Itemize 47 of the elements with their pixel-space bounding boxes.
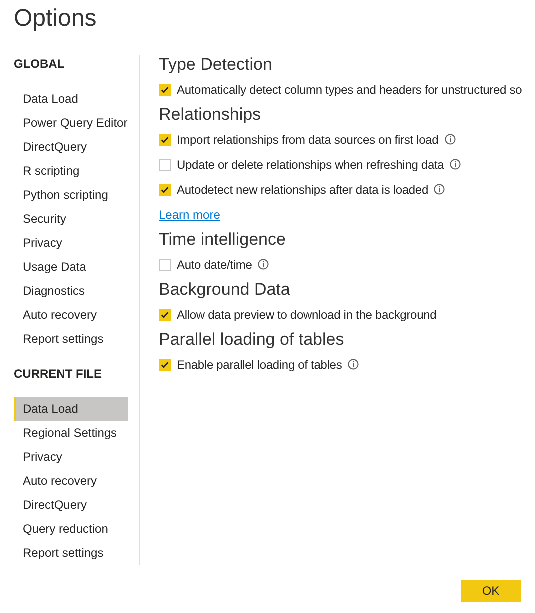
section-heading: Relationships <box>159 105 262 125</box>
sidebar-item[interactable]: Python scripting <box>14 183 130 207</box>
section-heading: Type Detection <box>159 55 272 75</box>
sidebar-item[interactable]: Usage Data <box>14 255 130 279</box>
sidebar-item[interactable]: DirectQuery <box>14 135 130 159</box>
info-icon[interactable] <box>444 134 456 145</box>
window-title: Options <box>13 4 98 33</box>
info-icon[interactable] <box>258 259 270 270</box>
checkbox[interactable] <box>159 158 171 170</box>
checkbox-label[interactable]: Update or delete relationships when refreshing data <box>177 158 444 172</box>
checkbox-label[interactable]: Import relationships from data sources on first load <box>177 132 439 146</box>
checkbox-label[interactable]: Automatically detect column types and headers for unstructured so <box>177 82 522 96</box>
sidebar-item[interactable]: Auto recovery <box>14 469 130 493</box>
section-heading: Time intelligence <box>159 230 286 250</box>
checkbox[interactable] <box>159 258 171 270</box>
section-heading: Background Data <box>159 280 290 300</box>
sidebar-heading: CURRENT FILE <box>14 367 102 383</box>
sidebar-item[interactable]: DirectQuery <box>14 493 130 517</box>
learn-more-link[interactable]: Learn more <box>159 208 220 222</box>
checkbox-label[interactable]: Auto date/time <box>177 258 252 272</box>
checkbox[interactable] <box>159 84 171 96</box>
section-heading: Parallel loading of tables <box>159 330 344 350</box>
sidebar-item[interactable]: Report settings <box>14 541 130 565</box>
info-icon[interactable] <box>450 159 462 170</box>
sidebar-item[interactable]: Auto recovery <box>14 303 130 327</box>
sidebar-item[interactable]: Privacy <box>14 231 130 255</box>
sidebar-item[interactable]: Query reduction <box>14 517 130 541</box>
sidebar-item[interactable]: Data Load <box>14 397 128 421</box>
ok-button[interactable]: OK <box>461 580 521 602</box>
info-icon[interactable] <box>348 359 360 370</box>
sidebar-item[interactable]: Diagnostics <box>14 279 130 303</box>
sidebar-item[interactable]: Power Query Editor <box>14 111 130 135</box>
checkbox-label[interactable]: Allow data preview to download in the background <box>177 308 437 322</box>
checkbox[interactable] <box>159 358 171 370</box>
checkbox[interactable] <box>159 184 171 196</box>
sidebar-item[interactable]: Data Load <box>14 87 130 111</box>
sidebar-heading: GLOBAL <box>14 57 65 73</box>
info-icon[interactable] <box>434 184 446 195</box>
checkbox[interactable] <box>159 308 171 320</box>
checkbox-label[interactable]: Autodetect new relationships after data is loaded <box>177 182 428 196</box>
sidebar-item[interactable]: Report settings <box>14 327 130 351</box>
sidebar-item[interactable]: Privacy <box>14 445 130 469</box>
checkbox[interactable] <box>159 134 171 146</box>
sidebar-item[interactable]: R scripting <box>14 159 130 183</box>
sidebar-item[interactable]: Security <box>14 207 130 231</box>
checkbox-label[interactable]: Enable parallel loading of tables <box>177 358 342 372</box>
sidebar-item[interactable]: Regional Settings <box>14 421 130 445</box>
